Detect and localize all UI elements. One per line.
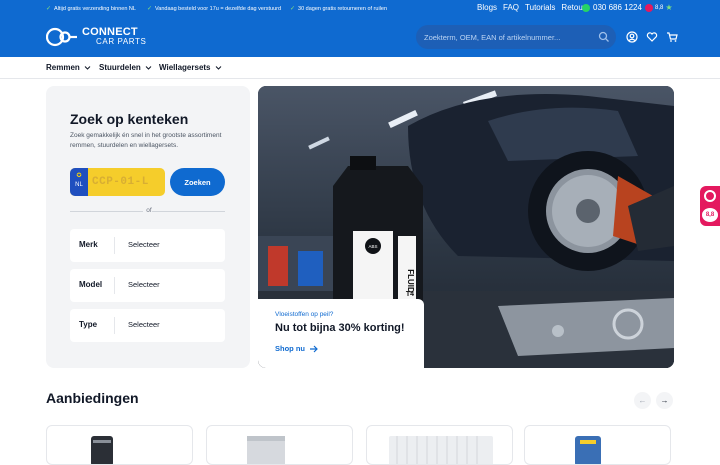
search-plate-button[interactable]: Zoeken (170, 168, 225, 196)
link-tutorials[interactable]: Tutorials (525, 3, 555, 12)
usp-text: 30 dagen gratis retourneren of ruilen (298, 5, 388, 12)
select-value: Selecteer (128, 280, 160, 289)
user-icon[interactable] (626, 31, 638, 43)
whatsapp-icon (582, 3, 590, 12)
kiyoh-rating[interactable]: 8,8 ★ (645, 3, 673, 12)
kiyoh-icon (645, 3, 653, 12)
heart-icon[interactable] (646, 31, 658, 43)
main-header: CONNECT CAR PARTS (0, 17, 720, 57)
shop-now-link[interactable]: Shop nu (275, 344, 318, 353)
check-icon: ✓ (46, 6, 52, 12)
promo-card[interactable]: Vloeistoffen op peil? Nu tot bijna 30% k… (258, 299, 424, 368)
select-separator (114, 317, 115, 334)
chevron-down-icon (84, 66, 91, 70)
select-label: Merk (79, 240, 98, 249)
search-input[interactable] (424, 30, 592, 44)
promo-kicker: Vloeistoffen op peil? (275, 311, 334, 318)
product-card[interactable] (524, 425, 671, 465)
phone-number: 030 686 1224 (593, 3, 642, 12)
kiyoh-logo-icon (704, 190, 716, 202)
usp-text: Vandaag besteld voor 17u = dezelfde dag … (155, 5, 282, 12)
check-icon: ✓ (290, 6, 296, 12)
usp-text: Altijd gratis verzending binnen NL (54, 5, 136, 12)
offers-title: Aanbiedingen (46, 390, 139, 406)
widget-score: 8,8 (702, 208, 718, 222)
eu-stars-icon: ✪ (76, 173, 82, 179)
top-usp-bar: ✓ Altijd gratis verzending binnen NL ✓ V… (0, 0, 720, 17)
select-value: Selecteer (128, 320, 160, 329)
link-faq[interactable]: FAQ (503, 3, 519, 12)
panel-description: Zoek gemakkelijk én snel in het grootste… (70, 132, 222, 149)
product-card[interactable] (46, 425, 193, 465)
search-icon[interactable] (598, 31, 610, 43)
shop-now-label: Shop nu (275, 344, 305, 353)
select-merk[interactable]: Merk Selecteer (70, 229, 225, 262)
logo-mark-icon (46, 27, 77, 47)
promo-title: Nu tot bijna 30% korting! (275, 322, 405, 334)
select-model[interactable]: Model Selecteer (70, 269, 225, 302)
search-bar (416, 25, 616, 49)
link-blogs[interactable]: Blogs (477, 3, 497, 12)
nav-item-label: Stuurdelen (99, 63, 141, 72)
carousel-prev-button[interactable]: ← (634, 392, 651, 409)
select-value: Selecteer (128, 240, 160, 249)
top-links: Blogs FAQ Tutorials Retour (477, 3, 585, 12)
cart-icon[interactable] (666, 31, 678, 43)
product-image (247, 436, 285, 464)
product-image (91, 436, 113, 464)
usp-item: ✓ Altijd gratis verzending binnen NL (46, 5, 136, 13)
logo[interactable]: CONNECT CAR PARTS (46, 26, 146, 48)
usp-item: ✓ Vandaag besteld voor 17u = dezelfde da… (147, 5, 282, 13)
star-icon: ★ (665, 3, 673, 12)
logo-subtext: CAR PARTS (96, 37, 147, 46)
bottle-label: FLUID (406, 269, 415, 293)
license-plate-search-panel: Zoek op kenteken Zoek gemakkelijk én sne… (46, 86, 250, 368)
category-nav: Remmen Stuurdelen Wiellagersets (0, 57, 720, 79)
product-image (575, 436, 601, 464)
product-card[interactable] (366, 425, 513, 465)
chevron-down-icon (215, 66, 221, 70)
phone-link[interactable]: 030 686 1224 (582, 3, 642, 12)
nav-item-label: Wiellagersets (159, 63, 211, 72)
product-card[interactable] (206, 425, 353, 465)
select-label: Type (79, 320, 98, 329)
nav-item-remmen[interactable]: Remmen (46, 63, 91, 72)
bottle-brand: ABS (368, 244, 377, 249)
usp-item: ✓ 30 dagen gratis retourneren of ruilen (290, 5, 388, 13)
product-image (389, 436, 493, 464)
rating-score: 8,8 (655, 4, 664, 11)
nav-item-stuurdelen[interactable]: Stuurdelen (99, 63, 152, 72)
logo-text: CONNECT (82, 26, 138, 38)
select-label: Model (79, 280, 103, 289)
chevron-down-icon (145, 66, 152, 70)
divider-left (70, 211, 143, 212)
divider-right (152, 211, 225, 212)
select-separator (114, 277, 115, 294)
nav-item-wiellagersets[interactable]: Wiellagersets (159, 63, 222, 72)
country-code: NL (75, 182, 83, 188)
bottle-spec: T4 (406, 291, 414, 298)
carousel-next-button[interactable]: → (656, 392, 673, 409)
nav-item-label: Remmen (46, 63, 80, 72)
eu-country-badge: ✪ NL (70, 168, 88, 196)
panel-title: Zoek op kenteken (70, 111, 189, 127)
select-separator (114, 237, 115, 254)
check-icon: ✓ (147, 6, 153, 12)
select-type[interactable]: Type Selecteer (70, 309, 225, 342)
review-widget[interactable]: 8,8 (700, 186, 720, 226)
license-plate-field: ✪ NL (70, 168, 165, 196)
license-plate-input[interactable] (92, 174, 162, 190)
header-icons (626, 31, 678, 43)
arrow-right-icon (310, 345, 318, 352)
